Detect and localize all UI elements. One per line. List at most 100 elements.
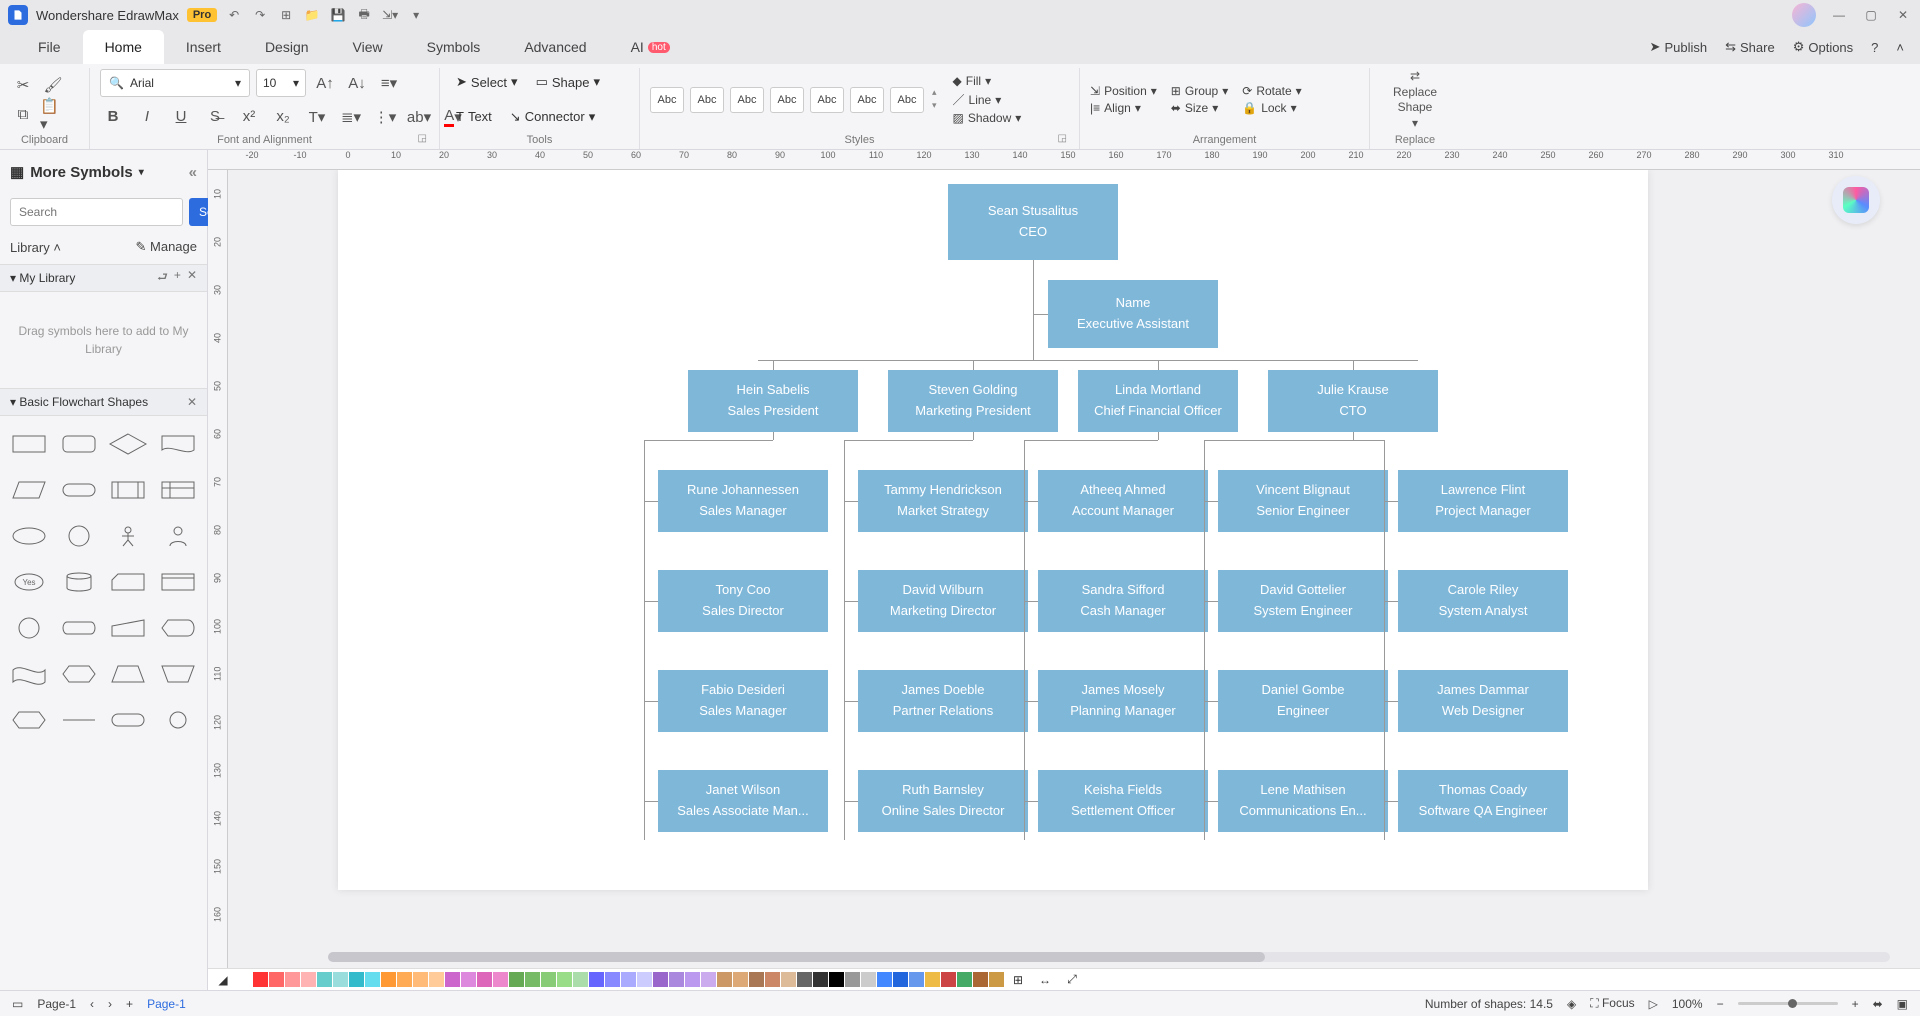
color-swatch[interactable] <box>989 972 1004 987</box>
publish-button[interactable]: ➤Publish <box>1650 39 1708 55</box>
org-head[interactable]: Julie KrauseCTO <box>1268 370 1438 432</box>
undo-icon[interactable]: ↶ <box>225 6 243 24</box>
shape-person[interactable] <box>157 518 199 554</box>
font-size-select[interactable]: 10▾ <box>256 69 306 97</box>
shape-trapezoid2[interactable] <box>157 656 199 692</box>
italic-icon[interactable]: I <box>134 104 160 130</box>
shape-round-rect[interactable] <box>58 426 100 462</box>
horizontal-scrollbar[interactable] <box>328 952 1890 962</box>
color-swatch[interactable] <box>733 972 748 987</box>
group-menu[interactable]: ⊞Group▾ <box>1171 84 1228 98</box>
copy-icon[interactable]: ⧉ <box>10 102 36 128</box>
color-swatch[interactable] <box>557 972 572 987</box>
color-swatch[interactable] <box>301 972 316 987</box>
org-member[interactable]: Atheeq AhmedAccount Manager <box>1038 470 1208 532</box>
menu-insert[interactable]: Insert <box>164 30 243 64</box>
color-swatch[interactable] <box>573 972 588 987</box>
color-swatch[interactable] <box>701 972 716 987</box>
org-member[interactable]: Thomas CoadySoftware QA Engineer <box>1398 770 1568 832</box>
shape-rounded-box[interactable] <box>108 702 150 738</box>
org-member[interactable]: Lene MathisenCommunications En... <box>1218 770 1388 832</box>
connector-tool[interactable]: ↘Connector▾ <box>504 104 601 130</box>
open-icon[interactable]: 📁 <box>303 6 321 24</box>
new-icon[interactable]: ⊞ <box>277 6 295 24</box>
color-swatch[interactable] <box>429 972 444 987</box>
fit-page-icon[interactable]: ▣ <box>1897 997 1908 1011</box>
color-swatch[interactable] <box>397 972 412 987</box>
lock-menu[interactable]: 🔒Lock▾ <box>1242 101 1301 115</box>
color-swatch[interactable] <box>541 972 556 987</box>
style-swatch[interactable]: Abc <box>770 87 804 113</box>
color-swatch[interactable] <box>973 972 988 987</box>
manage-link[interactable]: ✎ Manage <box>135 239 197 255</box>
color-swatch[interactable] <box>797 972 812 987</box>
my-library-section[interactable]: ▾ My Library ⮐+✕ <box>0 264 207 292</box>
fit-width-icon[interactable]: ⬌ <box>1873 997 1883 1011</box>
color-swatch[interactable] <box>637 972 652 987</box>
org-member[interactable]: James MoselyPlanning Manager <box>1038 670 1208 732</box>
strike-icon[interactable]: S̶ <box>202 104 228 130</box>
cut-icon[interactable]: ✂ <box>10 72 36 98</box>
align-menu[interactable]: |≡Align▾ <box>1090 101 1157 115</box>
org-ceo[interactable]: Sean StusalitusCEO <box>948 184 1118 260</box>
color-swatch[interactable] <box>877 972 892 987</box>
org-member[interactable]: Ruth BarnsleyOnline Sales Director <box>858 770 1028 832</box>
close-icon[interactable]: ✕ <box>187 395 197 409</box>
next-page-icon[interactable]: › <box>108 997 112 1011</box>
shape-ellipse[interactable] <box>8 518 50 554</box>
line-menu[interactable]: ／Line▾ <box>953 91 1022 108</box>
menu-file[interactable]: File <box>16 30 83 64</box>
color-swatch[interactable] <box>829 972 844 987</box>
symbol-search-input[interactable] <box>10 198 183 226</box>
canvas[interactable]: 102030405060708090100110120130140150160 … <box>208 170 1920 990</box>
shape-pentagon[interactable] <box>8 702 50 738</box>
org-member[interactable]: Tammy HendricksonMarket Strategy <box>858 470 1028 532</box>
color-swatch[interactable] <box>509 972 524 987</box>
rotate-menu[interactable]: ⟳Rotate▾ <box>1242 84 1301 98</box>
menu-advanced[interactable]: Advanced <box>502 30 608 64</box>
strip-tool-icon[interactable]: ↔ <box>1036 971 1054 989</box>
color-swatch[interactable] <box>365 972 380 987</box>
minimize-icon[interactable]: — <box>1830 6 1848 24</box>
zoom-in-icon[interactable]: + <box>1852 997 1859 1011</box>
color-swatch[interactable] <box>413 972 428 987</box>
enter-icon[interactable]: ⮐ <box>157 268 168 289</box>
gallery-up-icon[interactable]: ▴ <box>932 87 937 98</box>
size-menu[interactable]: ⬌Size▾ <box>1171 101 1228 115</box>
gallery-down-icon[interactable]: ▾ <box>932 100 937 111</box>
user-avatar-icon[interactable] <box>1792 3 1816 27</box>
line-spacing-icon[interactable]: ≣▾ <box>338 104 364 130</box>
dropper-icon[interactable]: ◢ <box>214 971 232 989</box>
focus-button[interactable]: ⛶ Focus <box>1590 996 1634 1011</box>
org-member[interactable]: Carole RileySystem Analyst <box>1398 570 1568 632</box>
menu-symbols[interactable]: Symbols <box>405 30 503 64</box>
underline-icon[interactable]: U <box>168 104 194 130</box>
zoom-slider[interactable] <box>1738 1002 1838 1005</box>
decrease-font-icon[interactable]: A↓ <box>344 70 370 96</box>
color-swatch[interactable] <box>349 972 364 987</box>
org-member[interactable]: Sandra SiffordCash Manager <box>1038 570 1208 632</box>
color-swatch[interactable] <box>893 972 908 987</box>
shape-line[interactable] <box>58 702 100 738</box>
color-swatch[interactable] <box>813 972 828 987</box>
increase-font-icon[interactable]: A↑ <box>312 70 338 96</box>
color-swatch[interactable] <box>525 972 540 987</box>
color-swatch[interactable] <box>669 972 684 987</box>
help-icon[interactable]: ? <box>1871 40 1878 55</box>
shape-yes-label[interactable]: Yes <box>8 564 50 600</box>
drawing-page[interactable]: Sean StusalitusCEO NameExecutive Assistan… <box>338 170 1648 890</box>
org-head[interactable]: Hein SabelisSales President <box>688 370 858 432</box>
paste-icon[interactable]: 📋▾ <box>40 102 66 128</box>
org-ea[interactable]: NameExecutive Assistant <box>1048 280 1218 348</box>
color-swatch[interactable] <box>461 972 476 987</box>
style-swatch[interactable]: Abc <box>730 87 764 113</box>
case-icon[interactable]: T▾ <box>304 104 330 130</box>
page-list-icon[interactable]: ▭ <box>12 997 23 1011</box>
shape-predefined[interactable] <box>108 472 150 508</box>
chevron-up-icon[interactable]: ˄ <box>53 240 61 255</box>
options-button[interactable]: ⚙Options <box>1793 39 1853 55</box>
shape-direct-data[interactable] <box>58 610 100 646</box>
shape-document[interactable] <box>157 426 199 462</box>
menu-ai[interactable]: AI hot <box>609 30 692 64</box>
menu-view[interactable]: View <box>331 30 405 64</box>
